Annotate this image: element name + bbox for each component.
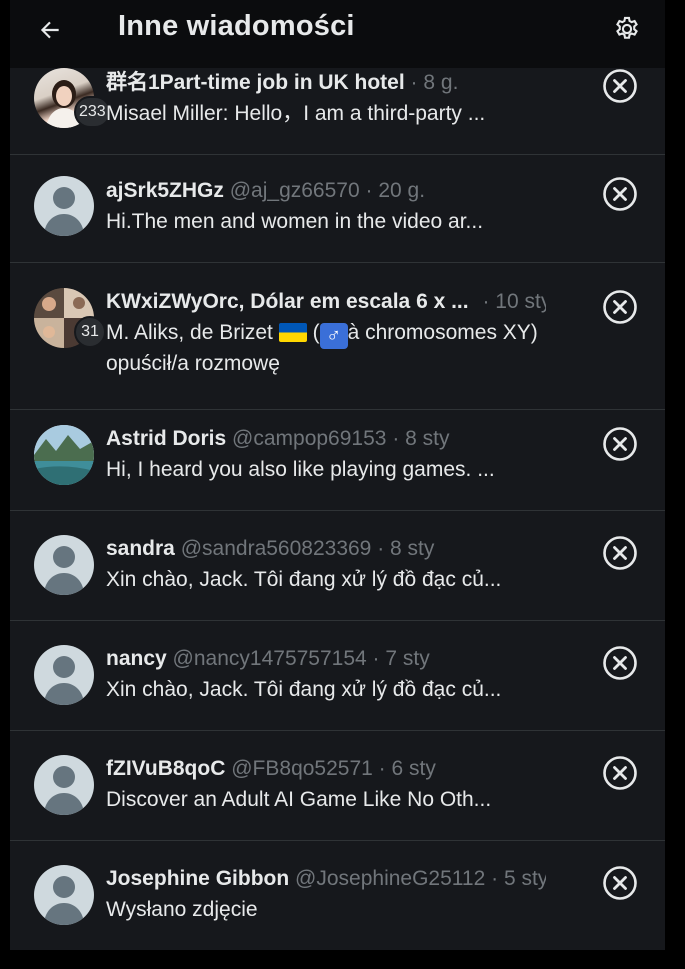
message-preview: Hi, I heard you also like playing games.… <box>106 458 495 481</box>
conversation-name: 群名1Part-time job in UK hotel <box>106 71 405 94</box>
message-preview: M. Aliks, de Brizet (♂ à chromosomes XY) … <box>106 321 538 375</box>
dismiss-button[interactable] <box>602 535 638 571</box>
user-handle: @JosephineG25112 <box>295 867 486 890</box>
dismiss-button[interactable] <box>602 289 638 325</box>
header: Inne wiadomości <box>10 0 665 68</box>
gear-icon <box>616 16 638 39</box>
conversation-row[interactable]: Josephine Gibbon @JosephineG25112 · 5 st… <box>10 841 665 950</box>
close-circle-icon <box>603 290 637 324</box>
conversation-name: Josephine Gibbon <box>106 867 290 890</box>
conversation-row[interactable]: nancy @nancy1475757154 · 7 sty Xin chào,… <box>10 621 665 731</box>
timestamp: 7 sty <box>385 647 430 670</box>
dismiss-button[interactable] <box>602 645 638 681</box>
avatar <box>34 645 94 705</box>
default-avatar-icon <box>44 656 84 705</box>
timestamp: 10 sty <box>495 290 546 313</box>
default-avatar-icon <box>44 876 84 925</box>
timestamp: 8 g. <box>423 71 459 94</box>
close-circle-icon <box>603 536 637 570</box>
participant-count-badge: 31 <box>74 316 106 348</box>
avatar <box>34 535 94 595</box>
avatar <box>34 176 94 236</box>
conversation-row[interactable]: 31 KWxiZWyOrc, Dólar em escala 6 x ... ·… <box>10 263 665 410</box>
conversation-row[interactable]: Astrid Doris @campop69153 · 8 sty Hi, I … <box>10 410 665 511</box>
user-handle: @aj_gz66570 <box>229 179 360 202</box>
avatar: 31 <box>34 288 106 348</box>
conversation-header: 群名1Part-time job in UK hotel · 8 g. <box>106 70 546 96</box>
conversation-name: fZIVuB8qoC <box>106 757 226 780</box>
dismiss-button[interactable] <box>602 426 638 462</box>
default-avatar-icon <box>44 766 84 815</box>
timestamp: 8 sty <box>405 427 450 450</box>
arrow-left-icon <box>40 21 59 39</box>
user-handle: @nancy1475757154 <box>172 647 367 670</box>
avatar <box>34 425 94 485</box>
default-avatar-icon <box>44 546 84 595</box>
separator: · <box>377 537 385 560</box>
user-handle: @sandra560823369 <box>180 537 372 560</box>
message-preview-start: M. Aliks, de Brizet <box>106 321 273 344</box>
timestamp: 8 sty <box>390 537 435 560</box>
conversation-header: ajSrk5ZHGz @aj_gz66570 · 20 g. <box>106 178 546 204</box>
conversation-header: sandra @sandra560823369 · 8 sty <box>106 536 546 562</box>
male-sign-icon: ♂ <box>319 323 348 349</box>
timestamp: 5 sty <box>503 867 546 890</box>
dismiss-button[interactable] <box>602 865 638 901</box>
message-requests-panel: Inne wiadomości 233 群名1Part-time job in … <box>10 0 665 950</box>
dismiss-button[interactable] <box>602 176 638 212</box>
message-preview: Xin chào, Jack. Tôi đang xử lý đồ đạc củ… <box>106 568 502 591</box>
conversation-header: Astrid Doris @campop69153 · 8 sty <box>106 426 546 452</box>
message-preview: Discover an Adult AI Game Like No Oth... <box>106 788 492 811</box>
dismiss-button[interactable] <box>602 755 638 791</box>
separator: · <box>491 867 499 890</box>
separator: · <box>365 179 373 202</box>
message-preview: Xin chào, Jack. Tôi đang xử lý đồ đạc củ… <box>106 678 502 701</box>
conversation-header: nancy @nancy1475757154 · 7 sty <box>106 646 546 672</box>
message-preview: Wysłano zdjęcie <box>106 898 258 921</box>
close-circle-icon <box>603 69 637 103</box>
conversation-name: KWxiZWyOrc, Dólar em escala 6 x ... <box>106 290 469 313</box>
timestamp: 20 g. <box>378 179 426 202</box>
message-preview: Hi.The men and women in the video ar... <box>106 210 484 233</box>
separator: · <box>372 647 380 670</box>
page-title: Inne wiadomości <box>118 10 355 42</box>
conversation-name: nancy <box>106 647 167 670</box>
conversation-header: fZIVuB8qoC @FB8qo52571 · 6 sty <box>106 756 546 782</box>
close-circle-icon <box>603 177 637 211</box>
close-circle-icon <box>603 427 637 461</box>
conversation-row[interactable]: sandra @sandra560823369 · 8 sty Xin chào… <box>10 511 665 621</box>
separator: · <box>410 71 418 94</box>
separator: · <box>378 757 386 780</box>
separator: · <box>482 290 490 313</box>
conversation-row[interactable]: fZIVuB8qoC @FB8qo52571 · 6 sty Discover … <box>10 731 665 841</box>
user-handle: @FB8qo52571 <box>231 757 373 780</box>
avatar <box>34 755 94 815</box>
timestamp: 6 sty <box>391 757 436 780</box>
settings-button[interactable] <box>610 12 644 46</box>
close-circle-icon <box>603 646 637 680</box>
conversation-header: KWxiZWyOrc, Dólar em escala 6 x ... · 10… <box>106 289 546 315</box>
separator: · <box>392 427 400 450</box>
dismiss-button[interactable] <box>602 68 638 104</box>
close-circle-icon <box>603 866 637 900</box>
back-button[interactable] <box>34 14 66 46</box>
avatar: 233 <box>34 68 111 128</box>
close-circle-icon <box>603 756 637 790</box>
user-handle: @campop69153 <box>232 427 387 450</box>
ukraine-flag-icon <box>278 323 307 342</box>
conversation-header: Josephine Gibbon @JosephineG25112 · 5 st… <box>106 866 546 892</box>
avatar <box>34 865 94 925</box>
conversation-row[interactable]: ajSrk5ZHGz @aj_gz66570 · 20 g. Hi.The me… <box>10 154 665 263</box>
conversation-name: Astrid Doris <box>106 427 227 450</box>
default-avatar-icon <box>44 187 84 236</box>
conversation-name: ajSrk5ZHGz <box>106 179 224 202</box>
message-preview: Misael Miller: Hello，I am a third-party … <box>106 102 486 125</box>
conversation-name: sandra <box>106 537 175 560</box>
